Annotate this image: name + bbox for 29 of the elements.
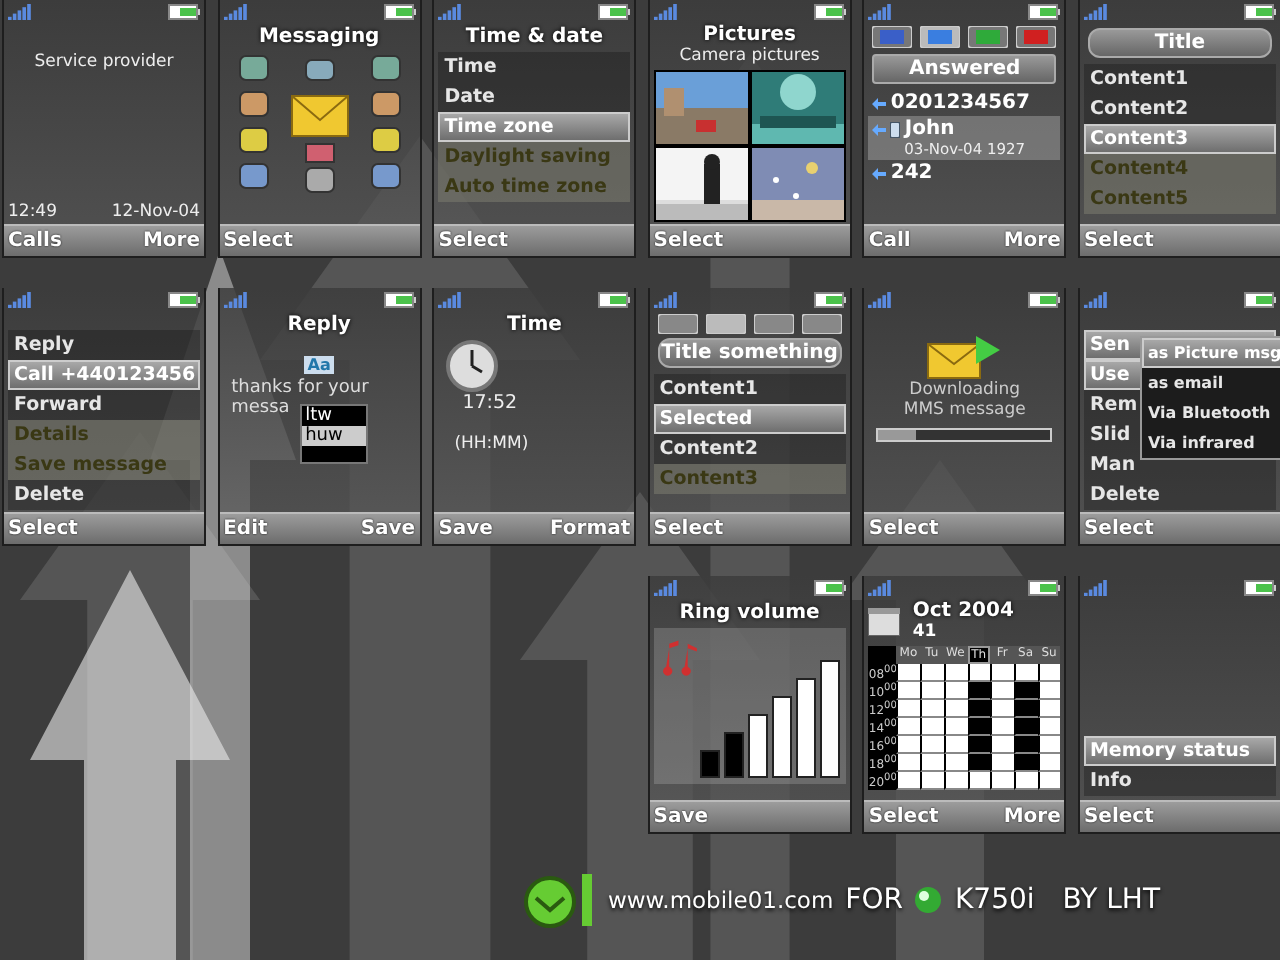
screen-title: Time & date (463, 24, 605, 52)
screen-title: Title (1087, 28, 1272, 58)
screen-title: Pictures (701, 24, 798, 46)
call-label: 242 (890, 162, 933, 184)
input-mode-label: Aa (303, 356, 335, 374)
week-number: 41 (912, 622, 939, 642)
screen-title: Title something (657, 338, 842, 368)
time-value: 17:52 (460, 392, 520, 414)
call-label: John (904, 118, 955, 140)
date-label: 12-Nov-04 (111, 202, 200, 222)
model-label: K750i (954, 884, 1035, 916)
screen-title: Oct 2004 (912, 600, 1014, 622)
message-text: thanks for your (231, 378, 369, 398)
operator-label: Service provider (32, 52, 176, 72)
screen-title: Time (504, 312, 564, 340)
status-text: Downloading (907, 380, 1023, 400)
screen-title: Messaging (256, 24, 382, 52)
screen-title: Ring volume (677, 600, 822, 628)
status-text: MMS message (901, 400, 1028, 420)
for-label: FOR (845, 884, 903, 916)
author-label: BY LHT (1062, 884, 1161, 916)
clock-label: 12:49 (8, 202, 57, 222)
screen-title: Reply (285, 312, 353, 340)
call-label: 0201234567 (890, 92, 1030, 114)
website-label: www.mobile01.com (608, 886, 834, 914)
message-text: messa (231, 398, 290, 418)
folder-label: Camera pictures (677, 46, 822, 66)
screen-title: Answered (872, 54, 1057, 84)
time-format-label: (HH:MM) (452, 434, 531, 454)
